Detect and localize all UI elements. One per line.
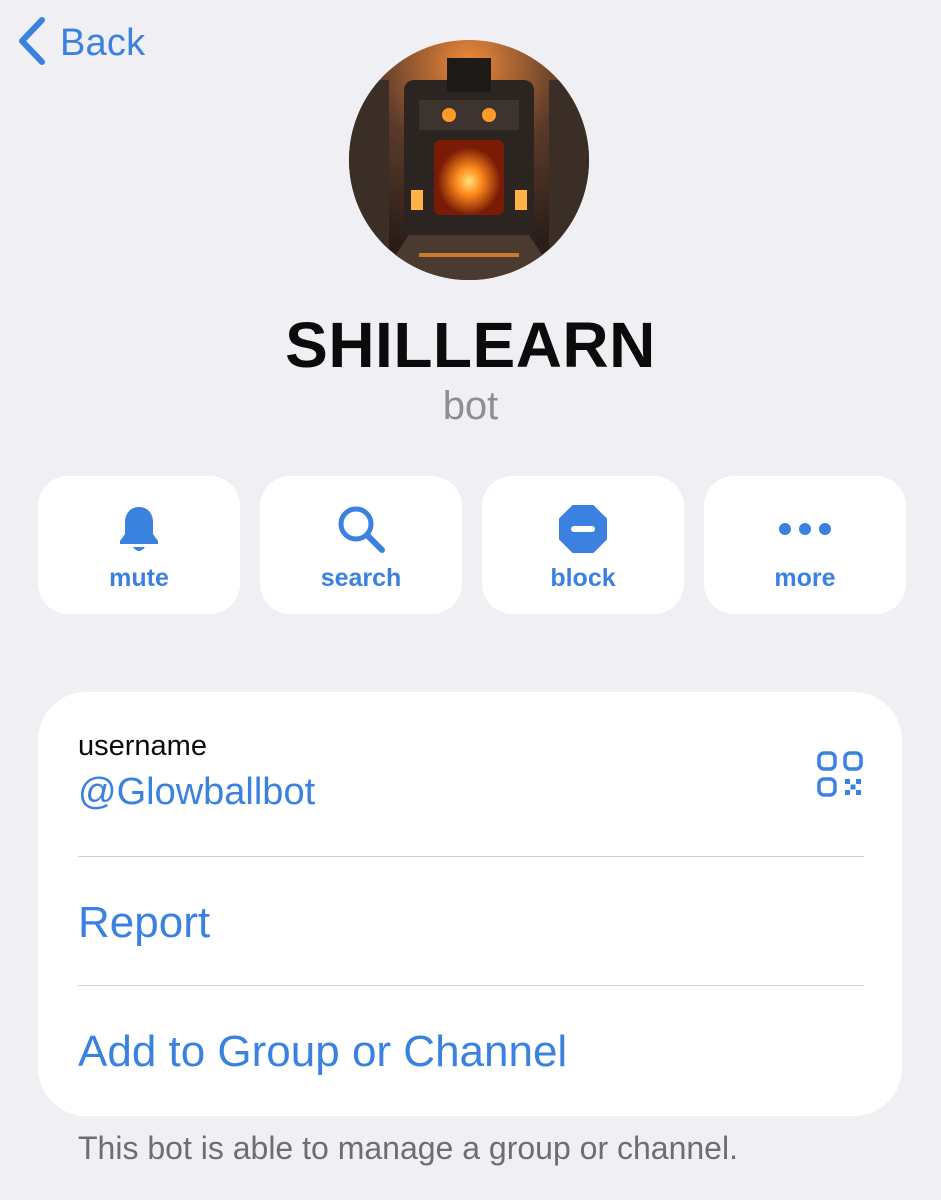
add-to-group-button[interactable]: Add to Group or Channel bbox=[78, 1027, 864, 1077]
block-button[interactable]: block bbox=[482, 476, 684, 614]
block-icon bbox=[558, 500, 608, 558]
action-bar: mute search block more bbox=[38, 476, 906, 614]
username-value[interactable]: @Glowballbot bbox=[78, 771, 864, 814]
more-label: more bbox=[774, 564, 836, 592]
divider bbox=[78, 985, 864, 986]
divider bbox=[78, 856, 864, 857]
bell-icon bbox=[115, 500, 163, 558]
search-label: search bbox=[320, 564, 402, 592]
mute-button[interactable]: mute bbox=[38, 476, 240, 614]
profile-name: SHILLEARN bbox=[285, 309, 656, 381]
report-button[interactable]: Report bbox=[78, 898, 864, 948]
mute-label: mute bbox=[109, 564, 169, 592]
back-label: Back bbox=[60, 22, 146, 64]
more-button[interactable]: more bbox=[704, 476, 906, 614]
info-card: username @Glowballbot Report Add to Grou… bbox=[38, 692, 902, 1116]
search-button[interactable]: search bbox=[260, 476, 462, 614]
username-row[interactable]: username @Glowballbot bbox=[78, 730, 864, 840]
chevron-left-icon bbox=[16, 14, 48, 73]
magnifier-icon bbox=[335, 500, 387, 558]
bot-profile-screen: Back SHILLEARN bot mute search block mor… bbox=[0, 0, 941, 1200]
bot-capability-note: This bot is able to manage a group or ch… bbox=[78, 1130, 738, 1166]
qr-code-icon[interactable] bbox=[816, 750, 864, 798]
avatar[interactable] bbox=[349, 40, 589, 280]
profile-subtitle: bot bbox=[442, 384, 499, 428]
username-label: username bbox=[78, 730, 207, 762]
furnace-avatar-image bbox=[349, 40, 589, 280]
back-button[interactable]: Back bbox=[16, 14, 145, 73]
block-label: block bbox=[550, 564, 616, 592]
ellipsis-icon bbox=[778, 500, 832, 558]
